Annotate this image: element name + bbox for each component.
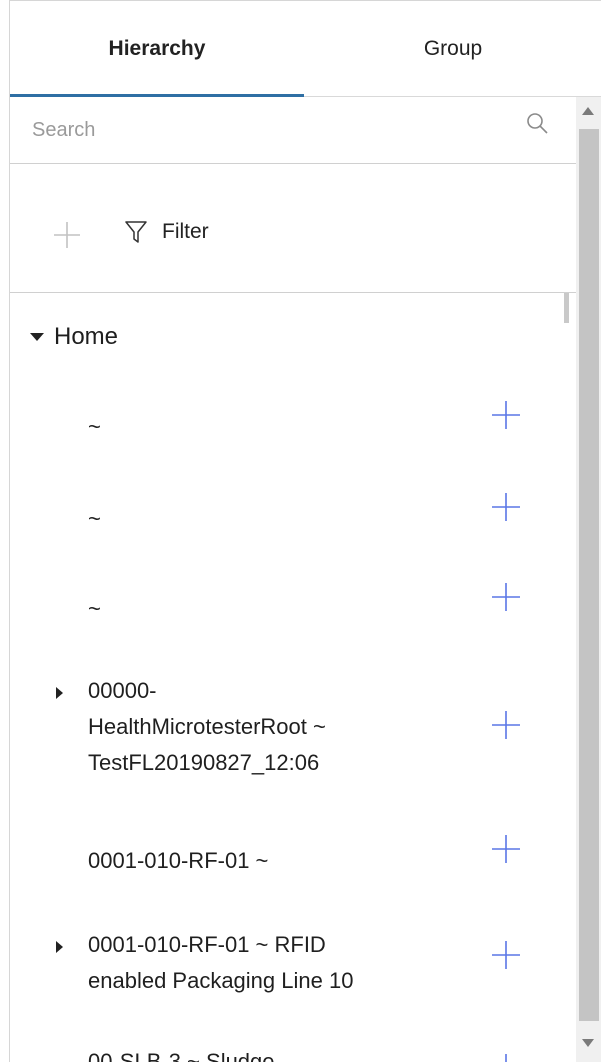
search-input[interactable]	[30, 111, 514, 149]
caret-down-icon[interactable]	[30, 333, 44, 341]
add-child-icon[interactable]	[490, 491, 522, 523]
add-child-icon[interactable]	[490, 833, 522, 865]
filter-label: Filter	[162, 220, 209, 243]
add-child-icon[interactable]	[490, 939, 522, 971]
tab-group[interactable]: Group	[304, 1, 601, 97]
search-row	[10, 97, 576, 164]
scroll-up-arrow-icon[interactable]	[582, 107, 594, 115]
tree-node-label: Home	[54, 323, 119, 350]
scroll-down-arrow-icon[interactable]	[582, 1039, 594, 1047]
tree-scroll-indicator[interactable]	[564, 293, 569, 323]
tree-item[interactable]: ~	[56, 399, 526, 449]
add-child-icon[interactable]	[490, 399, 522, 431]
add-child-icon[interactable]	[490, 709, 522, 741]
scrollbar[interactable]	[576, 97, 601, 1062]
add-child-icon[interactable]	[490, 581, 522, 613]
hierarchy-panel: Hierarchy Group Filter	[9, 0, 601, 1062]
tree-toolbar: Filter	[10, 164, 576, 293]
tree-item[interactable]: 00-SLB-3 ~ Sludge	[56, 1044, 526, 1062]
add-icon[interactable]	[52, 220, 82, 250]
filter-button[interactable]: Filter	[124, 212, 209, 252]
tree-item-label: ~	[88, 506, 101, 531]
search-icon[interactable]	[525, 111, 551, 137]
tree-item-label: 0001-010-RF-01 ~	[88, 848, 269, 873]
filter-icon	[124, 219, 148, 245]
tree-item[interactable]: 00000- HealthMicrotesterRoot ~ TestFL201…	[56, 673, 526, 793]
tree-item-label: 0001-010-RF-01 ~ RFID enabled Packaging …	[88, 932, 354, 993]
tab-bar: Hierarchy Group	[10, 1, 601, 97]
tree-item-label: 00000- HealthMicrotesterRoot ~ TestFL201…	[88, 678, 326, 775]
tree-item[interactable]: ~	[56, 581, 526, 631]
tree-item[interactable]: ~	[56, 491, 526, 541]
tree-item-label: 00-SLB-3 ~ Sludge	[88, 1049, 275, 1062]
tab-hierarchy[interactable]: Hierarchy	[10, 1, 304, 97]
tree-item-label: ~	[88, 596, 101, 621]
scrollbar-thumb[interactable]	[579, 129, 599, 1021]
tree-item[interactable]: 0001-010-RF-01 ~ RFID enabled Packaging …	[56, 927, 526, 1011]
tree-item[interactable]: 0001-010-RF-01 ~	[56, 833, 526, 883]
tree-node-home[interactable]: Home	[30, 323, 118, 351]
caret-right-icon[interactable]	[56, 941, 63, 953]
caret-right-icon[interactable]	[56, 687, 63, 699]
tree-item-label: ~	[88, 414, 101, 439]
